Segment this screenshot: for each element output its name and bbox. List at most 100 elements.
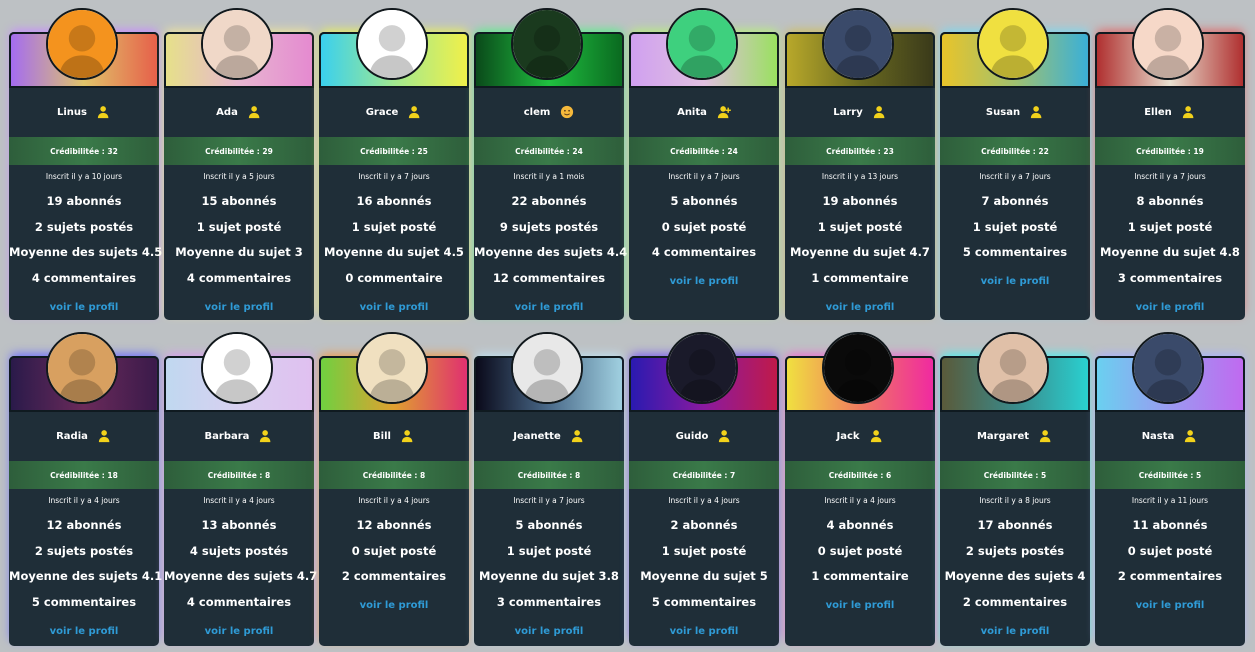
avatar[interactable] bbox=[666, 332, 738, 404]
avatar[interactable] bbox=[822, 8, 894, 80]
user-card: Grace Crédibilitée : 25 Inscrit il y a 7 j… bbox=[319, 8, 469, 320]
view-profile-link[interactable]: voir le profil bbox=[940, 276, 1090, 287]
profile-stat: 2 sujets postés bbox=[965, 544, 1065, 558]
user-icon bbox=[873, 105, 887, 119]
user-card: Anita Crédibilitée : 24 Inscrit il y a 7 j… bbox=[629, 8, 779, 320]
joined-date: Inscrit il y a 7 jours bbox=[1134, 172, 1206, 181]
user-name-row: Guido bbox=[629, 414, 779, 458]
profile-stat: 15 abonnés bbox=[201, 194, 277, 208]
profile-stat: Moyenne du sujet 4.7 bbox=[790, 245, 930, 259]
user-name: Margaret bbox=[976, 430, 1030, 442]
user-icon bbox=[571, 429, 585, 443]
credibility-bar: Crédibilitée : 19 bbox=[1095, 137, 1245, 165]
view-profile-link[interactable]: voir le profil bbox=[785, 302, 935, 313]
profile-stat: 1 sujet posté bbox=[817, 220, 903, 234]
profile-stat: Moyenne des sujets 4.4 bbox=[474, 245, 628, 259]
user-card: Ellen Crédibilitée : 19 Inscrit il y a 7 j… bbox=[1095, 8, 1245, 320]
user-card: Ada Crédibilitée : 29 Inscrit il y a 5 jou… bbox=[164, 8, 314, 320]
avatar[interactable] bbox=[201, 8, 273, 80]
profile-stat: 3 commentaires bbox=[1117, 271, 1223, 285]
view-profile-link[interactable]: voir le profil bbox=[164, 302, 314, 313]
avatar[interactable] bbox=[356, 8, 428, 80]
view-profile-link[interactable]: voir le profil bbox=[474, 302, 624, 313]
view-profile-link[interactable]: voir le profil bbox=[1095, 600, 1245, 611]
profile-stat: 2 sujets postés bbox=[34, 544, 134, 558]
avatar[interactable] bbox=[356, 332, 428, 404]
profile-stat: 1 sujet posté bbox=[196, 220, 282, 234]
joined-date: Inscrit il y a 13 jours bbox=[821, 172, 899, 181]
view-profile-link[interactable]: voir le profil bbox=[164, 626, 314, 637]
profile-stat: 12 commentaires bbox=[492, 271, 606, 285]
user-name: Ada bbox=[216, 106, 238, 118]
view-profile-link[interactable]: voir le profil bbox=[1095, 302, 1245, 313]
credibility-bar: Crédibilitée : 5 bbox=[1095, 461, 1245, 489]
avatar[interactable] bbox=[666, 8, 738, 80]
user-name-row: Ellen bbox=[1095, 90, 1245, 134]
view-profile-link[interactable]: voir le profil bbox=[9, 302, 159, 313]
joined-date: Inscrit il y a 4 jours bbox=[668, 496, 740, 505]
view-profile-link[interactable]: voir le profil bbox=[319, 600, 469, 611]
profile-stat: 4 commentaires bbox=[186, 595, 292, 609]
view-profile-link[interactable]: voir le profil bbox=[9, 626, 159, 637]
user-name: Radia bbox=[56, 430, 88, 442]
profile-stat: 12 abonnés bbox=[46, 518, 122, 532]
user-card: Bill Crédibilitée : 8 Inscrit il y a 4 jou… bbox=[319, 332, 469, 646]
profile-stat: 5 commentaires bbox=[962, 245, 1068, 259]
profile-stat: 0 sujet posté bbox=[351, 544, 437, 558]
profile-stat: 5 commentaires bbox=[31, 595, 137, 609]
avatar[interactable] bbox=[46, 8, 118, 80]
view-profile-link[interactable]: voir le profil bbox=[940, 626, 1090, 637]
joined-date: Inscrit il y a 1 mois bbox=[513, 172, 585, 181]
user-name-row: clem bbox=[474, 90, 624, 134]
profile-stat: 5 commentaires bbox=[651, 595, 757, 609]
avatar[interactable] bbox=[46, 332, 118, 404]
profile-stat: 7 abonnés bbox=[981, 194, 1049, 208]
view-profile-link[interactable]: voir le profil bbox=[474, 626, 624, 637]
credibility-bar: Crédibilitée : 24 bbox=[629, 137, 779, 165]
profile-stat: 1 sujet posté bbox=[972, 220, 1058, 234]
joined-date: Inscrit il y a 4 jours bbox=[824, 496, 896, 505]
user-icon bbox=[1184, 429, 1198, 443]
profile-stat: 3 commentaires bbox=[496, 595, 602, 609]
joined-date: Inscrit il y a 7 jours bbox=[358, 172, 430, 181]
credibility-bar: Crédibilitée : 8 bbox=[164, 461, 314, 489]
view-profile-link[interactable]: voir le profil bbox=[319, 302, 469, 313]
joined-date: Inscrit il y a 4 jours bbox=[358, 496, 430, 505]
user-name: Linus bbox=[57, 106, 87, 118]
avatar[interactable] bbox=[511, 8, 583, 80]
user-card: Guido Crédibilitée : 7 Inscrit il y a 4 jo… bbox=[629, 332, 779, 646]
profile-stat: 4 sujets postés bbox=[189, 544, 289, 558]
profile-stat: 19 abonnés bbox=[822, 194, 898, 208]
profile-stat: 13 abonnés bbox=[201, 518, 277, 532]
user-name-row: Ada bbox=[164, 90, 314, 134]
profile-stat: Moyenne du sujet 3 bbox=[175, 245, 303, 259]
user-card: Nasta Crédibilitée : 5 Inscrit il y a 11 j… bbox=[1095, 332, 1245, 646]
profile-stat: 4 commentaires bbox=[31, 271, 137, 285]
profile-stat: 2 sujets postés bbox=[34, 220, 134, 234]
emoji-icon bbox=[560, 105, 574, 119]
avatar[interactable] bbox=[201, 332, 273, 404]
joined-date: Inscrit il y a 7 jours bbox=[513, 496, 585, 505]
avatar[interactable] bbox=[1132, 332, 1204, 404]
user-name: Bill bbox=[373, 430, 391, 442]
user-name-row: Susan bbox=[940, 90, 1090, 134]
avatar[interactable] bbox=[1132, 8, 1204, 80]
user-icon bbox=[248, 105, 262, 119]
view-profile-link[interactable]: voir le profil bbox=[629, 626, 779, 637]
view-profile-link[interactable]: voir le profil bbox=[629, 276, 779, 287]
user-name: Anita bbox=[677, 106, 707, 118]
view-profile-link[interactable]: voir le profil bbox=[785, 600, 935, 611]
joined-date: Inscrit il y a 5 jours bbox=[203, 172, 275, 181]
profile-stat: 22 abonnés bbox=[511, 194, 587, 208]
avatar[interactable] bbox=[822, 332, 894, 404]
user-name: Larry bbox=[833, 106, 863, 118]
avatar[interactable] bbox=[977, 332, 1049, 404]
avatar[interactable] bbox=[977, 8, 1049, 80]
profile-stat: 0 sujet posté bbox=[661, 220, 747, 234]
joined-date: Inscrit il y a 7 jours bbox=[668, 172, 740, 181]
credibility-bar: Crédibilitée : 24 bbox=[474, 137, 624, 165]
profile-stat: 9 sujets postés bbox=[499, 220, 599, 234]
credibility-bar: Crédibilitée : 22 bbox=[940, 137, 1090, 165]
avatar[interactable] bbox=[511, 332, 583, 404]
user-name-row: Barbara bbox=[164, 414, 314, 458]
